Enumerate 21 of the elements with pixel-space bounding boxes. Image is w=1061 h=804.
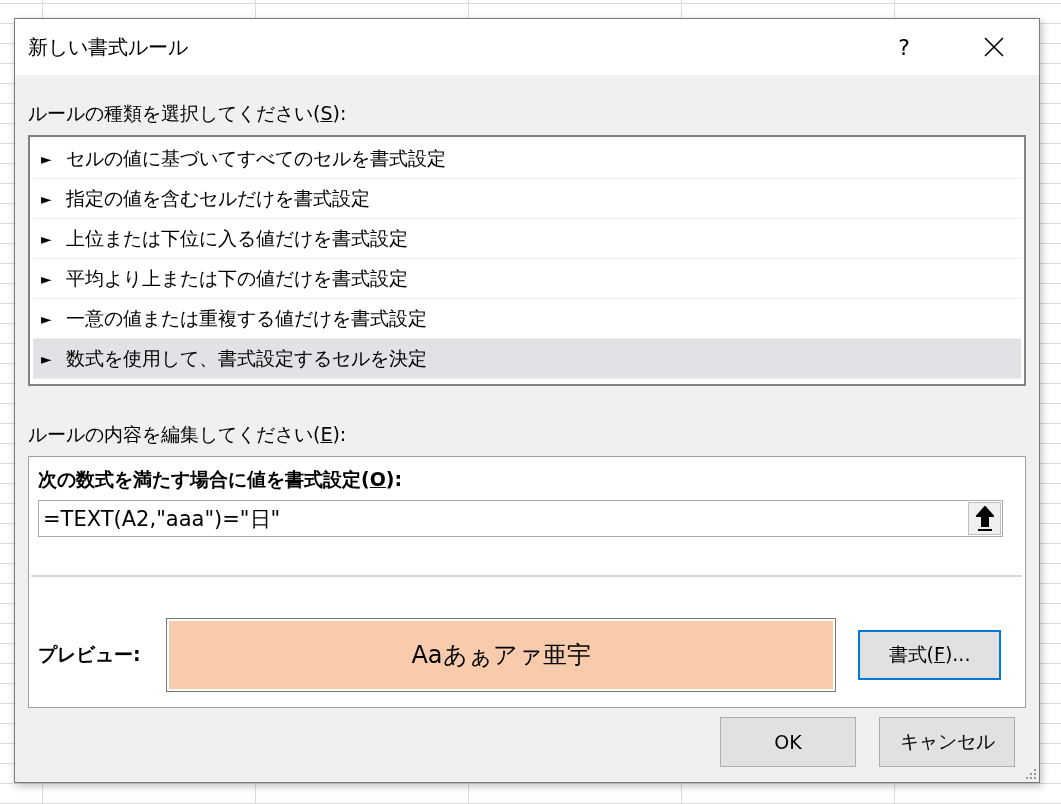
preview-label: プレビュー: <box>38 642 142 667</box>
close-icon <box>984 37 1004 57</box>
cancel-button[interactable]: キャンセル <box>879 717 1015 767</box>
resize-grip-icon <box>1025 768 1037 780</box>
ok-button[interactable]: OK <box>720 717 856 767</box>
formula-label: 次の数式を満たす場合に値を書式設定(O): <box>38 467 404 492</box>
up-arrow-icon <box>975 505 994 532</box>
rule-type-item[interactable]: ► 指定の値を含むセルだけを書式設定 <box>33 179 1021 219</box>
rule-type-item[interactable]: ► セルの値に基づいてすべてのセルを書式設定 <box>33 139 1021 179</box>
rule-type-list[interactable]: ► セルの値に基づいてすべてのセルを書式設定 ► 指定の値を含むセルだけを書式設定 ► 上位または下位に入る値だけを書式設定 ► 平均より上または下の値だけを書式設定 ► 一意の値または重複する値だけを書式設定 ► 数式を使用して、書式設定するセルを決定 <box>28 135 1026 386</box>
rule-type-item[interactable]: ► 上位または下位に入る値だけを書式設定 <box>33 219 1021 259</box>
collapse-dialog-button[interactable] <box>968 502 1001 535</box>
rule-type-item[interactable]: ► 平均より上または下の値だけを書式設定 <box>33 259 1021 299</box>
rule-type-item[interactable]: ► 数式を使用して、書式設定するセルを決定 <box>33 339 1021 379</box>
section-label: ルールの種類を選択してください(S): <box>28 101 348 126</box>
preview-text: Aaあぁアァ亜宇 <box>411 640 591 671</box>
window-title: 新しい書式ルール <box>28 33 189 61</box>
help-button[interactable]: ? <box>869 19 939 75</box>
format-button[interactable]: 書式(F)... <box>858 630 1001 680</box>
section-label: ルールの内容を編集してください(E): <box>28 422 348 447</box>
formula-input-field[interactable]: =TEXT(A2,"aaa")="日" <box>38 500 1003 537</box>
